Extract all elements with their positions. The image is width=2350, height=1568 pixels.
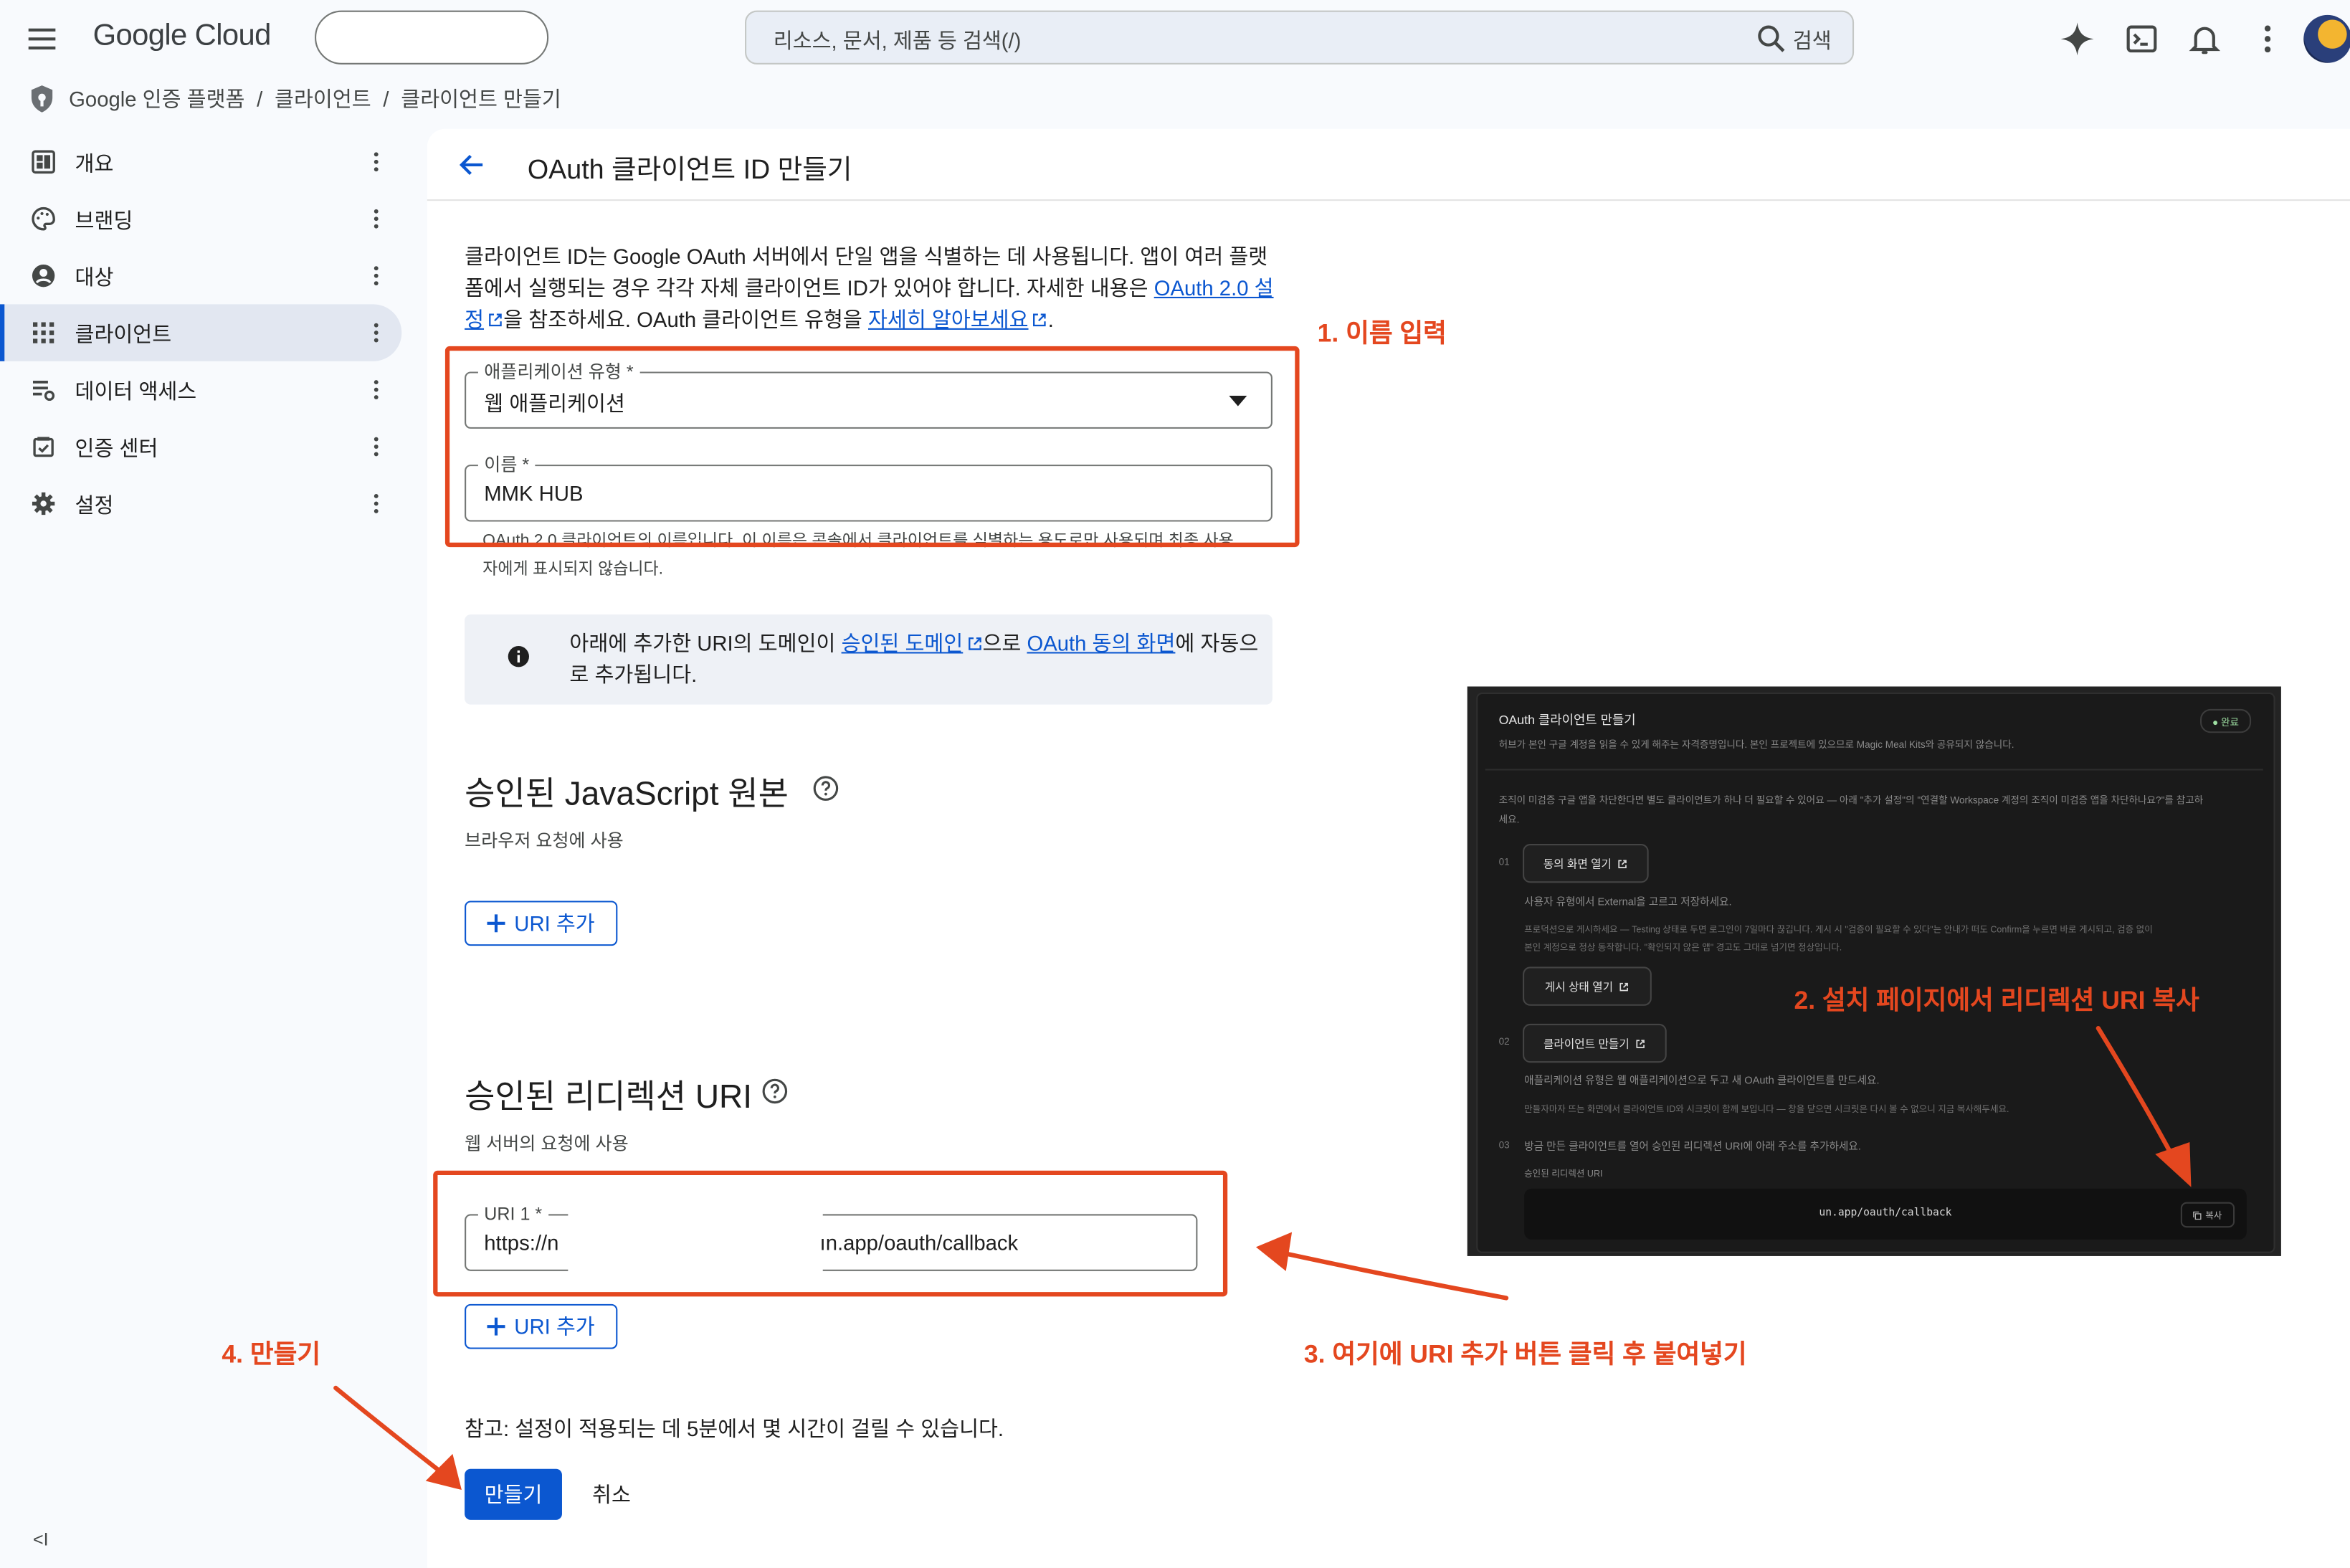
arrow-to-uri-field xyxy=(1280,1250,1509,1301)
arrow-to-uri-copy xyxy=(2096,1026,2179,1166)
arrow-to-create xyxy=(333,1385,449,1479)
annotation-arrows xyxy=(333,1026,2192,1491)
